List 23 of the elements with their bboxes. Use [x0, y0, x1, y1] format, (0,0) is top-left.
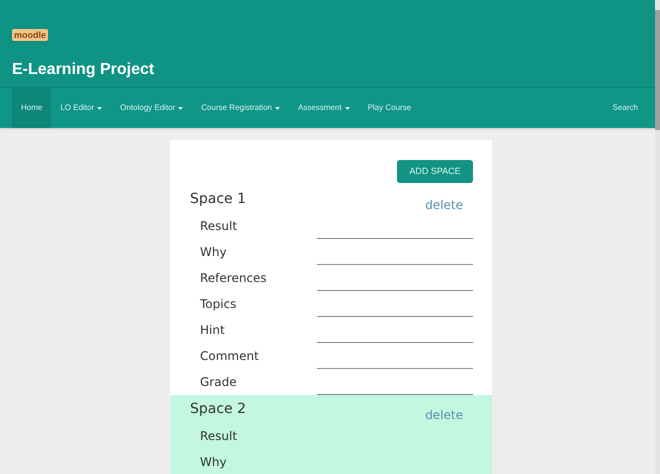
field-label: Why — [199, 244, 227, 261]
nav-item[interactable]: Ontology Editor — [111, 88, 192, 128]
nav-item[interactable]: Course Registration — [192, 88, 289, 128]
logo: moodle — [12, 29, 48, 41]
nav-item[interactable]: LO Editor — [51, 88, 112, 128]
field-label: Comment — [199, 348, 259, 365]
nav-item[interactable]: Assessment — [288, 88, 359, 128]
field-label: Grade — [199, 374, 237, 391]
add-space-button[interactable]: ADD SPACE — [397, 160, 473, 183]
field-label: Result — [199, 428, 238, 445]
delete-link[interactable]: delete — [425, 197, 463, 213]
field-label: Why — [199, 454, 227, 471]
search-link[interactable]: Search — [612, 102, 638, 114]
field-label: Topics — [199, 296, 236, 313]
delete-link[interactable]: delete — [425, 407, 463, 423]
field-label: References — [199, 270, 267, 287]
space-title: Space 2 — [190, 400, 246, 419]
space-title: Space 1 — [190, 190, 246, 209]
site-title: E-Learning Project — [12, 60, 156, 80]
field-label: Hint — [199, 322, 225, 339]
nav-item[interactable]: Play Course — [358, 88, 420, 128]
nav-item[interactable]: Home — [12, 88, 52, 128]
field-label: Result — [199, 218, 238, 235]
